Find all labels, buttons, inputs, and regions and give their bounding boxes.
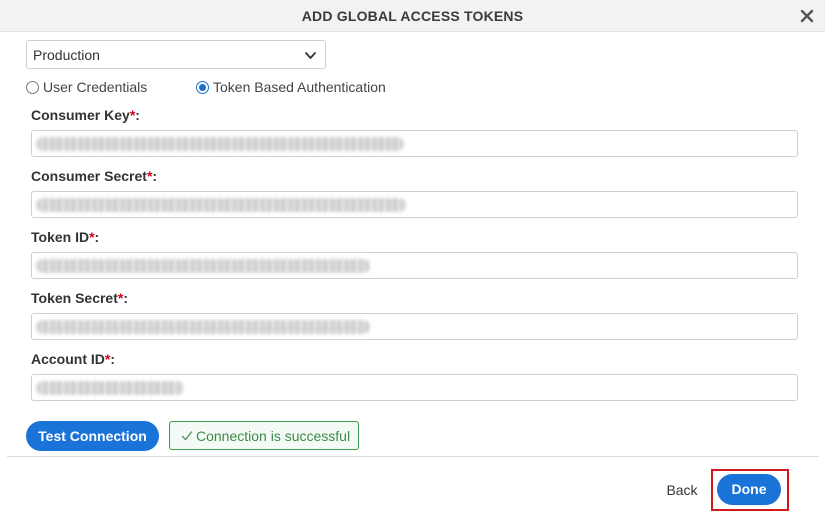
consumer-secret-input[interactable] <box>31 191 798 218</box>
masked-value <box>36 198 406 212</box>
masked-value <box>36 320 370 334</box>
account-id-input[interactable] <box>31 374 798 401</box>
token-id-input[interactable] <box>31 252 798 279</box>
radio-button-checked-icon <box>196 80 209 94</box>
radio-label: Token Based Authentication <box>213 79 386 95</box>
token-secret-input[interactable] <box>31 313 798 340</box>
auth-type-radio-group: User Credentials Token Based Authenticat… <box>26 79 426 97</box>
account-id-label: Account ID*: <box>31 351 116 367</box>
masked-value <box>36 381 184 395</box>
consumer-key-input[interactable] <box>31 130 798 157</box>
environment-select-value: Production <box>33 47 100 63</box>
radio-button-icon <box>26 80 39 94</box>
back-button[interactable]: Back <box>658 480 706 500</box>
masked-value <box>36 137 404 151</box>
dialog-title: ADD GLOBAL ACCESS TOKENS <box>301 8 524 24</box>
environment-select[interactable]: Production <box>26 40 326 69</box>
test-connection-button[interactable]: Test Connection <box>26 421 159 451</box>
token-secret-label: Token Secret*: <box>31 290 129 306</box>
connection-status-badge: Connection is successful <box>169 421 359 450</box>
done-button[interactable]: Done <box>717 474 781 505</box>
consumer-key-label: Consumer Key*: <box>31 107 140 123</box>
footer-divider <box>7 456 819 457</box>
radio-label: User Credentials <box>43 79 148 95</box>
dialog-header: ADD GLOBAL ACCESS TOKENS <box>0 0 825 32</box>
token-id-label: Token ID*: <box>31 229 100 245</box>
masked-value <box>36 259 370 273</box>
chevron-down-icon <box>305 52 316 59</box>
close-button[interactable] <box>799 8 815 24</box>
radio-user-credentials[interactable]: User Credentials <box>26 79 147 95</box>
check-icon <box>181 430 193 440</box>
consumer-secret-label: Consumer Secret*: <box>31 168 158 184</box>
connection-status-text: Connection is successful <box>196 427 351 444</box>
close-icon <box>800 9 814 23</box>
radio-token-based-authentication[interactable]: Token Based Authentication <box>196 79 386 95</box>
